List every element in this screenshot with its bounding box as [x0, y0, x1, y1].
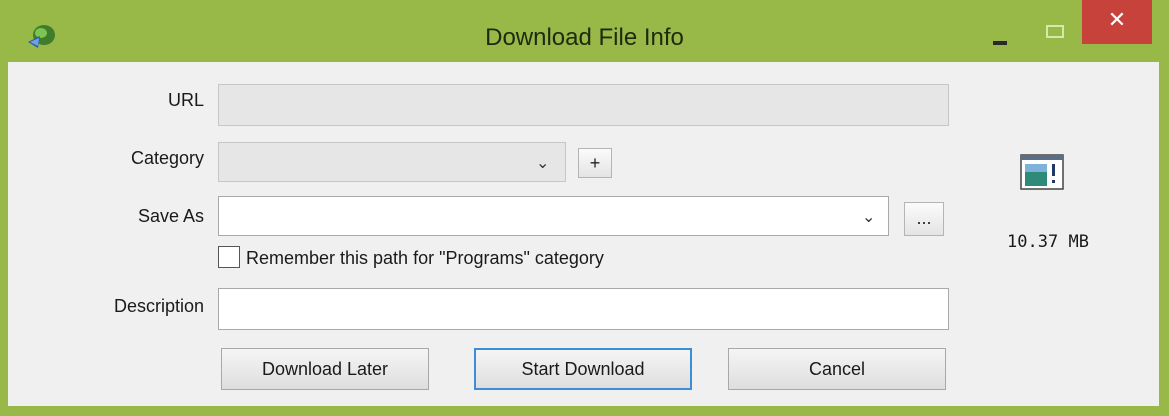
description-field[interactable] [218, 288, 949, 330]
file-window-icon [1020, 154, 1064, 190]
category-label: Category [130, 148, 204, 168]
chevron-down-icon: ⌄ [536, 153, 550, 172]
url-label: URL [167, 90, 204, 110]
url-field[interactable] [218, 84, 949, 126]
maximize-button[interactable] [1040, 12, 1074, 52]
browse-button[interactable]: ... [904, 202, 944, 236]
file-size: 10.37 MB [1007, 232, 1089, 252]
remember-path-label[interactable]: Remember this path for "Programs" catego… [246, 248, 604, 269]
chevron-down-icon: ⌄ [862, 207, 876, 226]
start-download-button[interactable]: Start Download [474, 348, 692, 390]
download-later-button[interactable]: Download Later [221, 348, 429, 390]
title-bar[interactable]: Download File Info ✕ [0, 0, 1169, 62]
save-as-label: Save As [137, 206, 204, 226]
category-select[interactable]: ⌄ [218, 142, 566, 182]
dialog-body: URL Category ⌄ + Save As ⌄ ... Remember … [8, 62, 1159, 406]
remember-path-checkbox[interactable] [218, 246, 240, 268]
close-button[interactable]: ✕ [1082, 0, 1152, 44]
cancel-button[interactable]: Cancel [728, 348, 946, 390]
close-icon: ✕ [1107, 8, 1127, 33]
description-label: Description [113, 296, 204, 316]
download-file-info-window: Download File Info ✕ URL Category ⌄ + Sa… [0, 0, 1169, 416]
add-category-button[interactable]: + [578, 148, 612, 178]
save-as-combo[interactable]: ⌄ [218, 196, 889, 236]
minimize-button[interactable] [986, 12, 1022, 52]
